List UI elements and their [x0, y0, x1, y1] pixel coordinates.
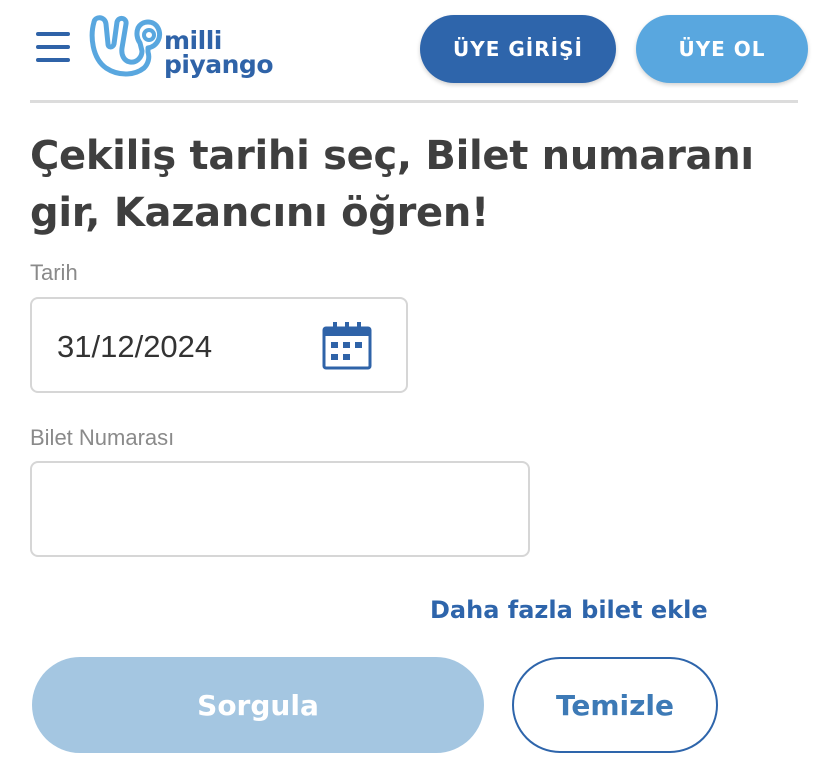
- menu-bar: [36, 32, 70, 36]
- calendar-icon[interactable]: [322, 321, 372, 371]
- logo[interactable]: milli piyango: [88, 14, 288, 84]
- login-button[interactable]: ÜYE GİRİŞİ: [420, 15, 616, 83]
- logo-text-piyango: piyango: [164, 50, 274, 79]
- date-field[interactable]: 31/12/2024: [30, 297, 408, 393]
- add-more-tickets-link[interactable]: Daha fazla bilet ekle: [430, 596, 708, 624]
- date-label: Tarih: [30, 260, 78, 285]
- ticket-number-label: Bilet Numarası: [30, 425, 175, 450]
- header: milli piyango ÜYE GİRİŞİ ÜYE OL: [0, 0, 828, 100]
- query-button[interactable]: Sorgula: [32, 657, 484, 753]
- clear-button[interactable]: Temizle: [512, 657, 718, 753]
- menu-bar: [36, 58, 70, 62]
- header-divider: [30, 100, 798, 103]
- milli-piyango-logo-mark: [89, 15, 163, 77]
- page-title: Çekiliş tarihi seç, Bilet numaranı gir, …: [30, 133, 754, 236]
- register-button[interactable]: ÜYE OL: [636, 15, 808, 83]
- menu-bar: [36, 45, 70, 49]
- ticket-number-input[interactable]: [30, 461, 530, 557]
- date-value: 31/12/2024: [57, 329, 213, 364]
- hamburger-menu-icon[interactable]: [36, 32, 72, 62]
